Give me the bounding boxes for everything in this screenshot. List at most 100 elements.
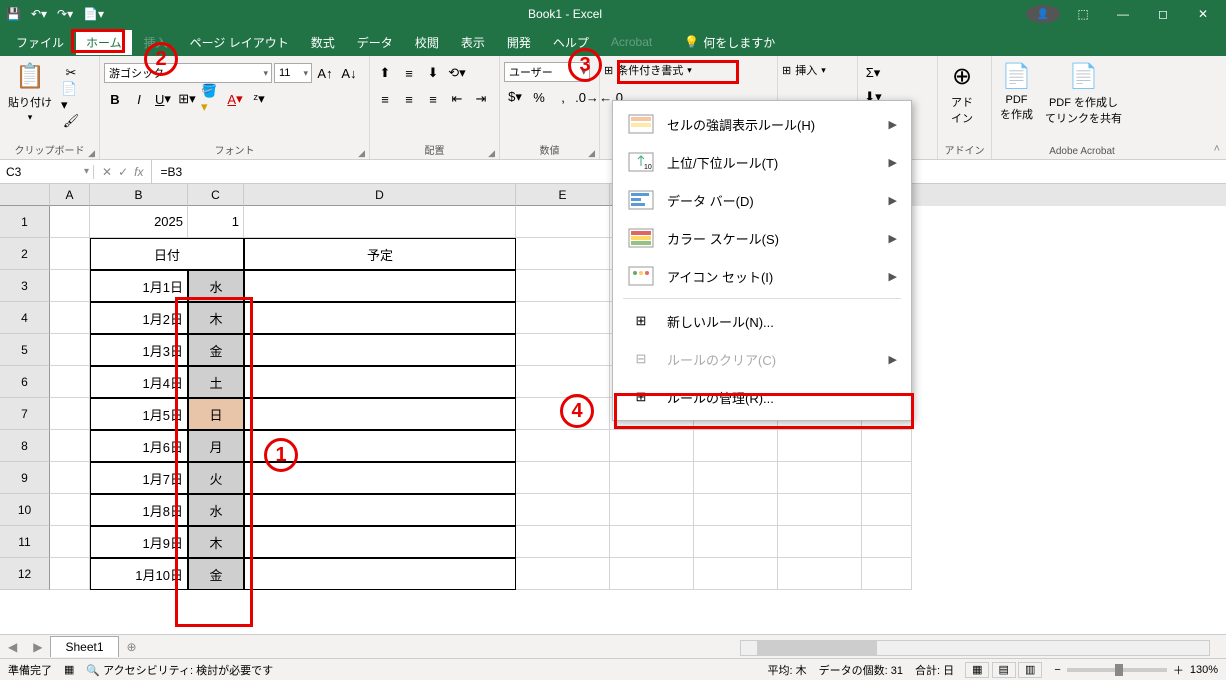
tab-file[interactable]: ファイル <box>6 30 74 55</box>
row-header[interactable]: 4 <box>0 302 50 334</box>
cell-E6[interactable] <box>516 366 610 398</box>
orientation-icon[interactable]: ⟲▾ <box>446 62 468 84</box>
cell-A7[interactable] <box>50 398 90 430</box>
col-header-D[interactable]: D <box>244 184 516 206</box>
currency-icon[interactable]: $▾ <box>504 86 526 108</box>
cell-I10[interactable] <box>610 494 694 526</box>
conditional-format-button[interactable]: ⊞ 条件付き書式 ▾ <box>604 62 692 78</box>
cell-A2[interactable] <box>50 238 90 270</box>
row-header[interactable]: 7 <box>0 398 50 430</box>
cell-B9[interactable]: 1月7日 <box>90 462 188 494</box>
cell-E12[interactable] <box>516 558 610 590</box>
cell-I11[interactable] <box>610 526 694 558</box>
sheet-tab-sheet1[interactable]: Sheet1 <box>50 636 118 657</box>
cell-C12[interactable]: 金 <box>188 558 244 590</box>
cell-B3[interactable]: 1月1日 <box>90 270 188 302</box>
cell-E10[interactable] <box>516 494 610 526</box>
cell-A9[interactable] <box>50 462 90 494</box>
format-painter-icon[interactable]: 🖌 <box>60 110 82 132</box>
cell-B6[interactable]: 1月4日 <box>90 366 188 398</box>
align-center-icon[interactable]: ≡ <box>398 88 420 110</box>
cell-D5[interactable] <box>244 334 516 366</box>
paste-button[interactable]: 📋 貼り付け ▾ <box>4 58 56 125</box>
cell-I9[interactable] <box>610 462 694 494</box>
cell-E8[interactable] <box>516 430 610 462</box>
cell-B12[interactable]: 1月10日 <box>90 558 188 590</box>
row-header[interactable]: 12 <box>0 558 50 590</box>
cell-D11[interactable] <box>244 526 516 558</box>
tab-developer[interactable]: 開発 <box>497 30 541 55</box>
macro-icon[interactable]: ▦ <box>64 663 74 676</box>
cell-C10[interactable]: 水 <box>188 494 244 526</box>
menu-data-bars[interactable]: データ バー(D)▶ <box>613 181 911 219</box>
tab-review[interactable]: 校閲 <box>405 30 449 55</box>
cell-L9[interactable] <box>862 462 912 494</box>
sheet-nav-prev[interactable]: ◀ <box>0 640 25 654</box>
row-header[interactable]: 6 <box>0 366 50 398</box>
collapse-ribbon-icon[interactable]: ˄ <box>1214 143 1220 155</box>
name-box[interactable]: C3 <box>0 165 94 179</box>
cell-J12[interactable] <box>694 558 778 590</box>
cell-E4[interactable] <box>516 302 610 334</box>
cell-K12[interactable] <box>778 558 862 590</box>
copy-icon[interactable]: 📄▾ <box>60 86 82 108</box>
tab-data[interactable]: データ <box>347 30 403 55</box>
view-normal-icon[interactable]: ▦ <box>965 662 989 678</box>
align-bottom-icon[interactable]: ⬇ <box>422 62 444 84</box>
percent-icon[interactable]: % <box>528 86 550 108</box>
row-header[interactable]: 9 <box>0 462 50 494</box>
pdf-share-button[interactable]: 📄PDF を作成し てリンクを共有 <box>1041 58 1126 128</box>
cell-D6[interactable] <box>244 366 516 398</box>
cancel-formula-icon[interactable]: ✕ <box>102 165 112 179</box>
cell-J9[interactable] <box>694 462 778 494</box>
cell-C1[interactable]: 1 <box>188 206 244 238</box>
font-size-select[interactable]: 11 <box>274 63 312 83</box>
row-header[interactable]: 3 <box>0 270 50 302</box>
zoom-in-button[interactable]: ＋ <box>1173 662 1184 678</box>
cell-C3[interactable]: 水 <box>188 270 244 302</box>
align-top-icon[interactable]: ⬆ <box>374 62 396 84</box>
cell-C5[interactable]: 金 <box>188 334 244 366</box>
zoom-out-button[interactable]: − <box>1054 664 1060 676</box>
cell-D7[interactable] <box>244 398 516 430</box>
cell-K9[interactable] <box>778 462 862 494</box>
menu-top-bottom-rules[interactable]: 10 上位/下位ルール(T)▶ <box>613 143 911 181</box>
phonetic-button[interactable]: ᶻ▾ <box>248 88 270 110</box>
menu-color-scales[interactable]: カラー スケール(S)▶ <box>613 219 911 257</box>
save-icon[interactable]: 💾 <box>6 7 21 21</box>
cell-E5[interactable] <box>516 334 610 366</box>
cell-B4[interactable]: 1月2日 <box>90 302 188 334</box>
addins-button[interactable]: ⊕アド イン <box>942 58 982 128</box>
minimize-button[interactable]: — <box>1106 7 1140 21</box>
tab-help[interactable]: ヘルプ <box>543 30 599 55</box>
row-header[interactable]: 1 <box>0 206 50 238</box>
cell-D3[interactable] <box>244 270 516 302</box>
zoom-slider[interactable] <box>1067 668 1167 672</box>
menu-icon-sets[interactable]: アイコン セット(I)▶ <box>613 257 911 295</box>
cell-A6[interactable] <box>50 366 90 398</box>
align-middle-icon[interactable]: ≡ <box>398 62 420 84</box>
cell-B2[interactable]: 日付 <box>90 238 244 270</box>
row-header[interactable]: 8 <box>0 430 50 462</box>
undo-icon[interactable]: ↶▾ <box>31 7 47 21</box>
number-format-select[interactable]: ユーザー <box>504 62 590 82</box>
cell-B1[interactable]: 2025 <box>90 206 188 238</box>
cell-E3[interactable] <box>516 270 610 302</box>
cell-B10[interactable]: 1月8日 <box>90 494 188 526</box>
align-left-icon[interactable]: ≡ <box>374 88 396 110</box>
tab-insert[interactable]: 挿入 <box>134 30 178 55</box>
cell-D12[interactable] <box>244 558 516 590</box>
select-all-corner[interactable] <box>0 184 50 206</box>
font-color-button[interactable]: A▾ <box>224 88 246 110</box>
redo-icon[interactable]: ↷▾ <box>57 7 73 21</box>
cell-A12[interactable] <box>50 558 90 590</box>
cell-B11[interactable]: 1月9日 <box>90 526 188 558</box>
cell-C6[interactable]: 土 <box>188 366 244 398</box>
cell-J10[interactable] <box>694 494 778 526</box>
cell-E9[interactable] <box>516 462 610 494</box>
cell-C7[interactable]: 日 <box>188 398 244 430</box>
cell-L11[interactable] <box>862 526 912 558</box>
horizontal-scrollbar[interactable] <box>740 640 1210 656</box>
indent-dec-icon[interactable]: ⇤ <box>446 88 468 110</box>
enter-formula-icon[interactable]: ✓ <box>118 165 128 179</box>
